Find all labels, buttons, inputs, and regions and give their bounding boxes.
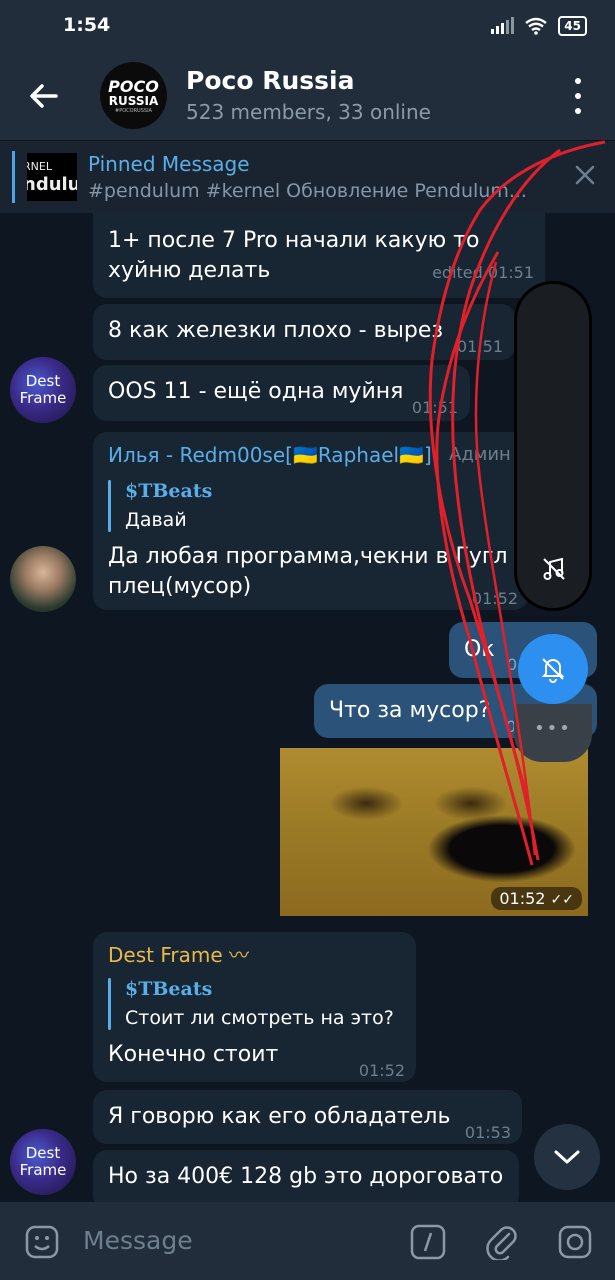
- message-bubble[interactable]: 1+ после 7 Pro начали какую то хуйню дел…: [93, 212, 545, 298]
- reply-sender[interactable]: $TBeats: [125, 974, 212, 1004]
- chat-header: POCO RUSSIA #POCORUSSIA Poco Russia 523 …: [0, 52, 615, 140]
- message-text-line2: плец(мусор): [108, 574, 252, 599]
- pinned-text: #pendulum #kernel Обновление Pendulum...: [88, 180, 527, 202]
- message-text: Я говорю как его обладатель: [108, 1104, 451, 1129]
- message-time: 0: [507, 655, 518, 674]
- pinned-message-bar[interactable]: RNEL ndulu Pinned Message #pendulum #ker…: [0, 140, 615, 213]
- pinned-title: Pinned Message: [88, 152, 250, 176]
- bell-off-icon: [541, 658, 565, 683]
- avatar-ilya[interactable]: [10, 546, 76, 612]
- pinned-thumbnail: RNEL ndulu: [27, 153, 77, 201]
- emoji-icon: [25, 1225, 59, 1259]
- message-time: 01:52: [358, 1061, 405, 1080]
- sticker-image[interactable]: 01:52 ✓✓: [280, 748, 588, 916]
- chat-subtitle: 523 members, 33 online: [186, 100, 431, 124]
- reply-bar: [108, 480, 111, 532]
- message-text: Конечно стоит: [108, 1042, 279, 1067]
- status-time: 1:54: [63, 14, 111, 36]
- status-icons: 45: [490, 16, 587, 36]
- message-time: 01:51: [411, 398, 458, 417]
- status-bar: 1:54 45: [0, 0, 615, 52]
- avatar-text-russia: RUSSIA: [108, 93, 159, 108]
- message-text-line2: хуйню делать: [108, 258, 271, 283]
- sender-name[interactable]: Dest Frame 〰: [108, 940, 249, 970]
- pinned-thumb-line2: ndulu: [27, 174, 77, 195]
- message-text: Что за мусор?: [329, 698, 491, 723]
- message-bubble[interactable]: Но за 400€ 128 gb это дороговато: [93, 1150, 519, 1202]
- message-bubble[interactable]: OOS 11 - ещё одна муйня 01:51: [93, 365, 470, 421]
- back-button[interactable]: [22, 74, 66, 118]
- avatar-text-hashtag: #POCORUSSIA: [115, 107, 152, 114]
- message-text: Но за 400€ 128 gb это дороговато: [108, 1164, 504, 1189]
- reply-sender[interactable]: $TBeats: [125, 476, 212, 506]
- message-text-line1: Да любая программа,чекни в Гугл: [108, 544, 508, 569]
- avatar-dest-frame[interactable]: Dest Frame: [10, 1129, 76, 1195]
- wave-emoji-icon: 〰: [229, 943, 249, 967]
- message-time: edited 01:51: [432, 263, 534, 282]
- avatar-text-poco: POCO: [108, 76, 159, 96]
- avatar-dest-frame[interactable]: Dest Frame: [10, 357, 76, 423]
- message-text-line1: 1+ после 7 Pro начали какую то: [108, 228, 480, 253]
- camera-button[interactable]: [557, 1224, 593, 1264]
- music-off-icon: [543, 557, 565, 580]
- emoji-button[interactable]: [24, 1224, 60, 1264]
- reply-bar: [108, 978, 111, 1030]
- message-text: 8 как железки плохо - вырез: [108, 318, 444, 343]
- voice-more-button[interactable]: •••: [514, 704, 592, 762]
- close-icon: [575, 165, 595, 185]
- chat-avatar[interactable]: POCO RUSSIA #POCORUSSIA: [100, 62, 167, 129]
- bot-command-icon: [410, 1224, 446, 1260]
- message-time: 01:52 ✓✓: [491, 887, 582, 910]
- avatar-text: Dest: [25, 372, 61, 390]
- message-text: Ок: [464, 637, 495, 662]
- message-time: 01:53: [464, 1123, 511, 1142]
- reply-text[interactable]: Стоит ли смотреть на это?: [125, 1003, 394, 1033]
- read-check-icon: ✓✓: [550, 892, 574, 908]
- mute-notifications-button[interactable]: [518, 634, 588, 704]
- attach-button[interactable]: [485, 1222, 519, 1264]
- camera-icon: [558, 1225, 592, 1259]
- message-time: 01:51: [456, 337, 503, 356]
- message-input-bar: Message: [0, 1202, 615, 1280]
- pinned-close-button[interactable]: [573, 163, 597, 187]
- reply-text[interactable]: Давай: [125, 505, 187, 535]
- message-bubble[interactable]: Dest Frame 〰 $TBeats Стоит ли смотреть н…: [93, 932, 416, 1082]
- pinned-indicator: [12, 151, 15, 203]
- admin-badge: Админ: [449, 444, 511, 465]
- message-text: OOS 11 - ещё одна муйня: [108, 379, 404, 404]
- message-bubble[interactable]: 8 как железки плохо - вырез 01:51: [93, 304, 515, 360]
- bot-commands-button[interactable]: [410, 1224, 446, 1264]
- sender-name[interactable]: Илья - Redm00se[🇺🇦Raphael🇺🇦]: [108, 440, 438, 470]
- back-arrow-icon: [30, 84, 58, 108]
- wifi-icon: [525, 17, 548, 35]
- message-time: 01:52: [471, 589, 518, 608]
- battery-icon: 45: [558, 16, 587, 36]
- chevron-down-icon: [554, 1150, 580, 1164]
- message-input[interactable]: Message: [83, 1226, 193, 1255]
- avatar-text: Frame: [19, 389, 67, 407]
- avatar-text: Frame: [19, 1161, 67, 1179]
- scroll-down-button[interactable]: [534, 1124, 600, 1190]
- signal-icon: [491, 17, 515, 34]
- message-bubble[interactable]: Илья - Redm00se[🇺🇦Raphael🇺🇦] Админ $TBea…: [93, 432, 528, 610]
- avatar-text: Dest: [25, 1144, 61, 1162]
- more-options-button[interactable]: [563, 78, 593, 114]
- more-vert-icon: [575, 78, 581, 84]
- message-bubble[interactable]: Я говорю как его обладатель 01:53: [93, 1090, 522, 1144]
- attach-icon: [486, 1226, 517, 1262]
- voice-chat-panel[interactable]: [514, 281, 592, 611]
- chat-title[interactable]: Poco Russia: [186, 66, 354, 95]
